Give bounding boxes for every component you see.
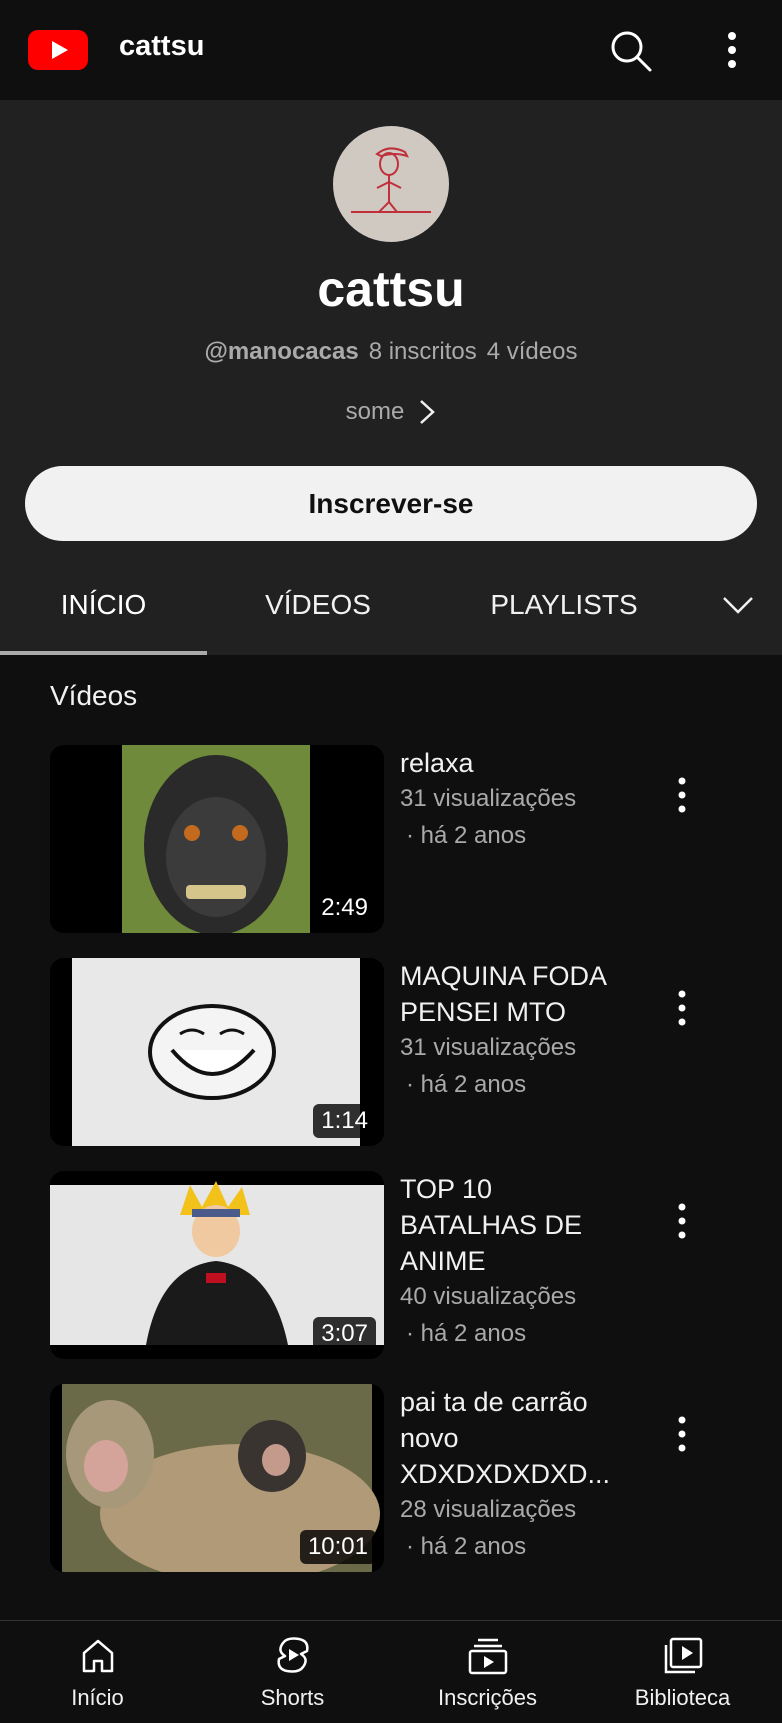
video-item[interactable]: 1:14 MAQUINA FODA PENSEI MTO 31 visualiz… — [50, 958, 740, 1146]
video-views: 31 visualizações — [400, 1034, 577, 1061]
more-vert-icon[interactable] — [716, 28, 748, 74]
topbar-title: cattsu — [119, 30, 205, 62]
more-vert-icon[interactable] — [672, 1201, 692, 1241]
video-info: pai ta de carrão novo XDXDXDXDXD... 28 v… — [400, 1384, 630, 1566]
chevron-right-icon — [420, 400, 436, 424]
nav-label: Biblioteca — [634, 1685, 731, 1710]
video-views: 31 visualizações — [400, 785, 577, 812]
home-icon — [82, 1639, 114, 1673]
library-icon — [664, 1637, 703, 1674]
video-thumbnail[interactable]: 2:49 — [50, 745, 384, 933]
tab-inicio[interactable]: INÍCIO — [0, 555, 207, 655]
channel-meta: @manocacas 8 inscritos 4 vídeos — [0, 338, 782, 366]
nav-label: Início — [71, 1685, 124, 1710]
video-age: · há 2 anos — [406, 822, 527, 849]
channel-name: cattsu — [317, 261, 465, 317]
video-item[interactable]: 3:07 TOP 10 BATALHAS DE ANIME 40 visuali… — [50, 1171, 740, 1359]
nav-item-shorts[interactable]: Shorts — [195, 1621, 390, 1723]
video-thumbnail[interactable]: 10:01 — [50, 1384, 384, 1572]
nav-item-home[interactable]: Início — [0, 1621, 195, 1723]
channel-header: cattsu @manocacas 8 inscritos 4 vídeos som… — [0, 100, 782, 555]
more-vert-icon[interactable] — [672, 775, 692, 815]
video-age: · há 2 anos — [406, 1320, 527, 1347]
nav-item-library[interactable]: Biblioteca — [585, 1621, 780, 1723]
youtube-logo-icon[interactable] — [28, 30, 88, 70]
video-item[interactable]: 10:01 pai ta de carrão novo XDXDXDXDXD..… — [50, 1384, 740, 1572]
video-title[interactable]: relaxa — [400, 745, 630, 781]
video-title[interactable]: TOP 10 BATALHAS DE ANIME — [400, 1171, 630, 1279]
chevron-down-icon[interactable] — [720, 590, 756, 620]
active-tab-indicator — [0, 651, 207, 655]
top-app-bar: cattsu — [0, 0, 782, 100]
video-title[interactable]: pai ta de carrão novo XDXDXDXDXD... — [400, 1384, 630, 1492]
video-thumbnail[interactable]: 1:14 — [50, 958, 384, 1146]
section-title: Vídeos — [50, 680, 138, 711]
more-vert-icon[interactable] — [672, 1414, 692, 1454]
video-duration: 1:14 — [313, 1104, 376, 1138]
nav-label: Shorts — [260, 1685, 325, 1710]
channel-description[interactable]: some — [0, 398, 782, 426]
video-duration: 10:01 — [299, 1530, 376, 1564]
video-info: relaxa 31 visualizações · há 2 anos — [400, 745, 630, 855]
subscriptions-icon — [468, 1638, 508, 1675]
video-title[interactable]: MAQUINA FODA PENSEI MTO — [400, 958, 630, 1030]
subscribe-button[interactable]: Inscrever-se — [25, 466, 757, 541]
more-vert-icon[interactable] — [672, 988, 692, 1028]
channel-avatar[interactable] — [333, 126, 449, 242]
app-root: cattsu cattsu @manocacas 8 inscritos 4 v… — [0, 0, 782, 1723]
channel-tabs: INÍCIO VÍDEOS PLAYLISTS — [0, 555, 782, 655]
bottom-navigation: Início Shorts Inscrições Biblioteca — [0, 1620, 782, 1723]
video-views: 40 visualizações — [400, 1283, 577, 1310]
search-icon[interactable] — [608, 28, 654, 74]
video-duration: 3:07 — [313, 1317, 376, 1351]
nav-label: Inscrições — [437, 1685, 538, 1710]
tab-videos[interactable]: VÍDEOS — [207, 555, 429, 655]
shorts-icon — [277, 1637, 309, 1673]
video-thumbnail[interactable]: 3:07 — [50, 1171, 384, 1359]
subscriber-count: 8 inscritos — [368, 338, 477, 365]
stick-figure-drawing — [351, 147, 431, 213]
video-age: · há 2 anos — [406, 1071, 527, 1098]
video-info: TOP 10 BATALHAS DE ANIME 40 visualizaçõe… — [400, 1171, 630, 1353]
channel-handle: @manocacas — [204, 338, 359, 365]
video-count: 4 vídeos — [486, 338, 578, 365]
channel-description-text: some — [345, 398, 405, 425]
tab-playlists[interactable]: PLAYLISTS — [429, 555, 699, 655]
video-duration: 2:49 — [313, 891, 376, 925]
video-age: · há 2 anos — [406, 1533, 527, 1560]
nav-item-subscriptions[interactable]: Inscrições — [390, 1621, 585, 1723]
video-views: 28 visualizações — [400, 1496, 577, 1523]
video-info: MAQUINA FODA PENSEI MTO 31 visualizações… — [400, 958, 630, 1104]
video-item[interactable]: 2:49 relaxa 31 visualizações · há 2 anos — [50, 745, 740, 933]
